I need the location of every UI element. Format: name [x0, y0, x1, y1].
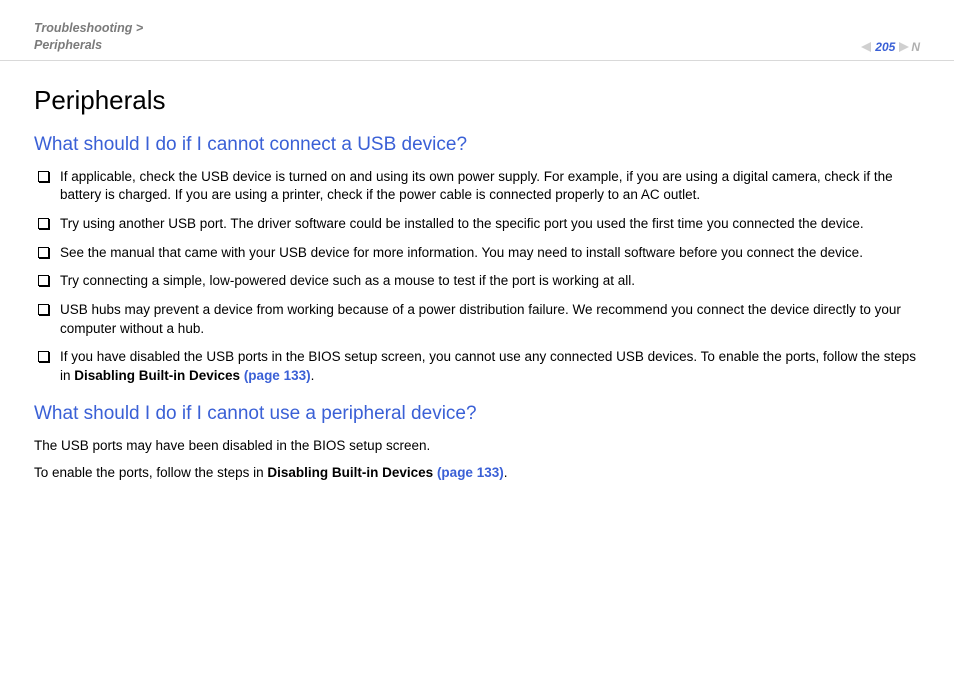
page-navigation: 205 N	[861, 40, 920, 54]
breadcrumb: Troubleshooting > Peripherals	[34, 20, 143, 54]
list-item: USB hubs may prevent a device from worki…	[34, 301, 920, 338]
prev-page-icon[interactable]	[861, 42, 871, 52]
usb-troubleshoot-list: If applicable, check the USB device is t…	[34, 168, 920, 386]
list-item-text-post: .	[311, 368, 315, 383]
list-item: If you have disabled the USB ports in th…	[34, 348, 920, 385]
breadcrumb-line-2: Peripherals	[34, 38, 102, 52]
next-page-icon[interactable]	[899, 42, 909, 52]
body-text-post: .	[504, 465, 508, 480]
list-item: Try connecting a simple, low-powered dev…	[34, 272, 920, 291]
bold-text: Disabling Built-in Devices	[267, 465, 437, 480]
list-item: If applicable, check the USB device is t…	[34, 168, 920, 205]
body-paragraph: To enable the ports, follow the steps in…	[34, 464, 920, 483]
nav-suffix: N	[911, 40, 920, 54]
section-heading-usb-connect: What should I do if I cannot connect a U…	[34, 134, 920, 156]
body-text-pre: To enable the ports, follow the steps in	[34, 465, 267, 480]
list-item: Try using another USB port. The driver s…	[34, 215, 920, 234]
body-paragraph: The USB ports may have been disabled in …	[34, 437, 920, 456]
list-item: See the manual that came with your USB d…	[34, 244, 920, 263]
section-heading-peripheral: What should I do if I cannot use a perip…	[34, 403, 920, 425]
page-title: Peripherals	[34, 85, 920, 116]
page-number: 205	[875, 40, 895, 54]
document-page: Troubleshooting > Peripherals 205 N Peri…	[0, 0, 954, 674]
page-header: Troubleshooting > Peripherals 205 N	[0, 0, 954, 61]
breadcrumb-line-1: Troubleshooting >	[34, 21, 143, 35]
bold-text: Disabling Built-in Devices	[74, 368, 244, 383]
page-link-133[interactable]: (page 133)	[437, 465, 504, 480]
page-content: Peripherals What should I do if I cannot…	[0, 61, 954, 483]
page-link-133[interactable]: (page 133)	[244, 368, 311, 383]
